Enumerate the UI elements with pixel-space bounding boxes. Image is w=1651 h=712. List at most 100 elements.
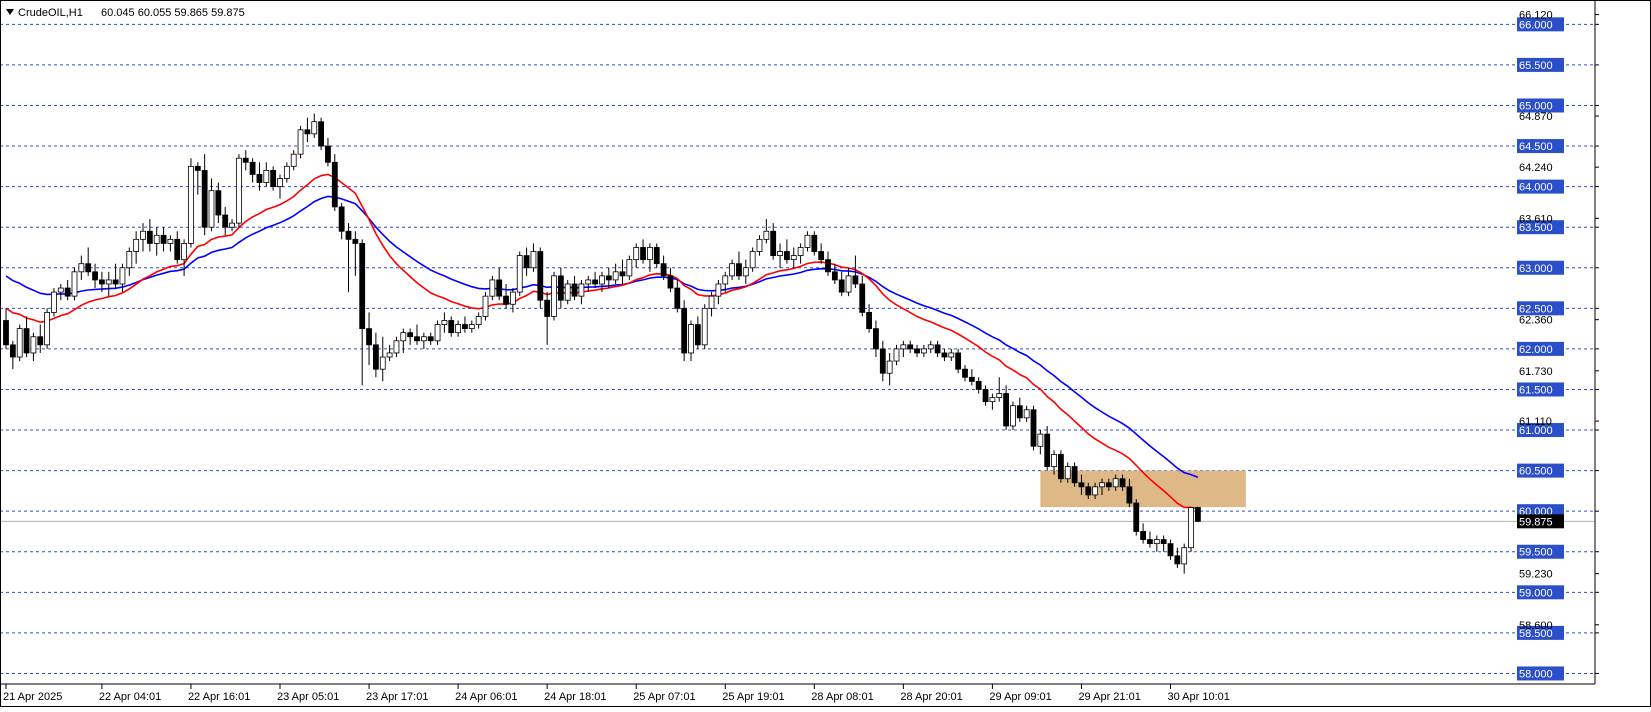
time-tick-label: 25 Apr 07:01 <box>633 691 695 703</box>
candle-body <box>270 169 277 188</box>
candle-body <box>146 230 153 244</box>
grid-level-label: 59.000 <box>1519 587 1553 599</box>
candle-body <box>975 380 982 390</box>
candle-body <box>420 336 427 342</box>
candle-body <box>112 279 119 285</box>
grid-level-label: 62.500 <box>1519 303 1553 315</box>
grid-level-label: 64.500 <box>1519 141 1553 153</box>
price-tick-label: 58.600 <box>1519 620 1553 632</box>
candle-body <box>968 376 975 382</box>
candle-body <box>551 275 557 317</box>
candlestick <box>701 304 708 349</box>
candlestick <box>51 288 57 317</box>
candle-body <box>612 271 619 281</box>
time-tick-label: 30 Apr 10:01 <box>1168 691 1230 703</box>
candle-body <box>647 247 653 261</box>
candle-body <box>564 283 571 301</box>
candlestick <box>297 125 304 159</box>
time-tick-label: 23 Apr 05:01 <box>277 691 339 703</box>
candle-body <box>1133 502 1140 532</box>
candle-body <box>790 255 797 261</box>
candle-body <box>489 279 496 297</box>
price-tick-label: 61.110 <box>1519 416 1552 428</box>
candle-body <box>263 169 270 183</box>
candle-body <box>605 275 612 281</box>
candle-body <box>235 157 242 224</box>
candle-body <box>256 174 263 183</box>
candle-body <box>448 320 455 334</box>
candle-body <box>962 368 968 378</box>
candle-body <box>674 287 681 309</box>
candle-body <box>407 332 414 338</box>
candle-body <box>366 328 372 346</box>
candle-body <box>694 324 701 346</box>
candle-body <box>126 251 133 269</box>
candle-body <box>811 234 818 252</box>
candle-body <box>249 161 256 175</box>
candle-body <box>140 230 146 240</box>
candlestick <box>1030 405 1037 451</box>
candle-body <box>277 178 283 188</box>
candle-body <box>78 263 85 273</box>
price-tick-label: 66.120 <box>1519 10 1553 22</box>
candle-body <box>893 348 900 362</box>
candle-body <box>831 271 838 281</box>
candle-body <box>71 271 78 297</box>
candle-body <box>475 316 482 325</box>
candle-body <box>852 275 859 285</box>
candle-body <box>544 299 551 317</box>
ohlc-readout: 60.045 60.055 59.865 59.875 <box>101 7 245 19</box>
candle-body <box>585 279 592 285</box>
candle-body <box>557 275 564 301</box>
candle-body <box>708 295 715 309</box>
candlestick <box>188 158 194 248</box>
candle-body <box>1064 466 1071 480</box>
candlestick <box>681 300 688 362</box>
candle-body <box>633 247 640 261</box>
candle-body <box>174 238 181 261</box>
candle-body <box>921 348 927 354</box>
time-tick-label: 23 Apr 17:01 <box>366 691 428 703</box>
candle-body <box>934 344 941 354</box>
price-tick-label: 61.730 <box>1519 366 1553 378</box>
candle-body <box>681 307 688 354</box>
candle-body <box>756 238 763 252</box>
candle-body <box>30 336 37 354</box>
candle-body <box>619 271 626 277</box>
time-tick-label: 21 Apr 2025 <box>3 691 62 703</box>
grid-level-label: 63.000 <box>1519 263 1553 275</box>
candle-body <box>427 336 434 342</box>
candle-body <box>167 238 174 244</box>
candle-body <box>996 393 1003 398</box>
candle-body <box>496 279 503 297</box>
candle-body <box>886 360 893 374</box>
candle-body <box>592 279 598 285</box>
candle-body <box>509 291 516 305</box>
candle-body <box>304 129 311 135</box>
time-tick-label: 22 Apr 04:01 <box>99 691 161 703</box>
candle-body <box>119 267 126 285</box>
candle-body <box>455 324 462 334</box>
candle-body <box>729 263 735 277</box>
supply-zone-box[interactable] <box>1040 470 1246 508</box>
candle-body <box>1174 555 1181 565</box>
chart-header: CrudeOIL,H1 60.045 60.055 59.865 59.875 <box>6 7 245 19</box>
candlestick <box>44 308 50 349</box>
symbol-label: CrudeOIL,H1 <box>18 7 83 19</box>
candle-body <box>866 311 872 330</box>
candle-body <box>1188 507 1194 549</box>
candle-body <box>215 190 222 216</box>
time-tick-label: 24 Apr 18:01 <box>544 691 606 703</box>
candle-body <box>16 328 23 358</box>
candle-body <box>530 251 537 269</box>
candlestick <box>516 251 523 297</box>
candle-body <box>777 251 783 256</box>
chart-canvas[interactable]: 66.00065.50065.00064.50064.00063.50063.0… <box>0 0 1651 707</box>
grid-level-label: 58.000 <box>1519 668 1553 680</box>
candle-body <box>914 348 920 354</box>
candle-body <box>715 283 722 297</box>
price-chart[interactable]: 66.000 65.500 65.000 64.500 64.000 63.500 63.0… <box>0 0 1651 707</box>
candle-body <box>859 283 866 313</box>
candle-body <box>927 344 934 350</box>
candle-body <box>770 230 777 256</box>
